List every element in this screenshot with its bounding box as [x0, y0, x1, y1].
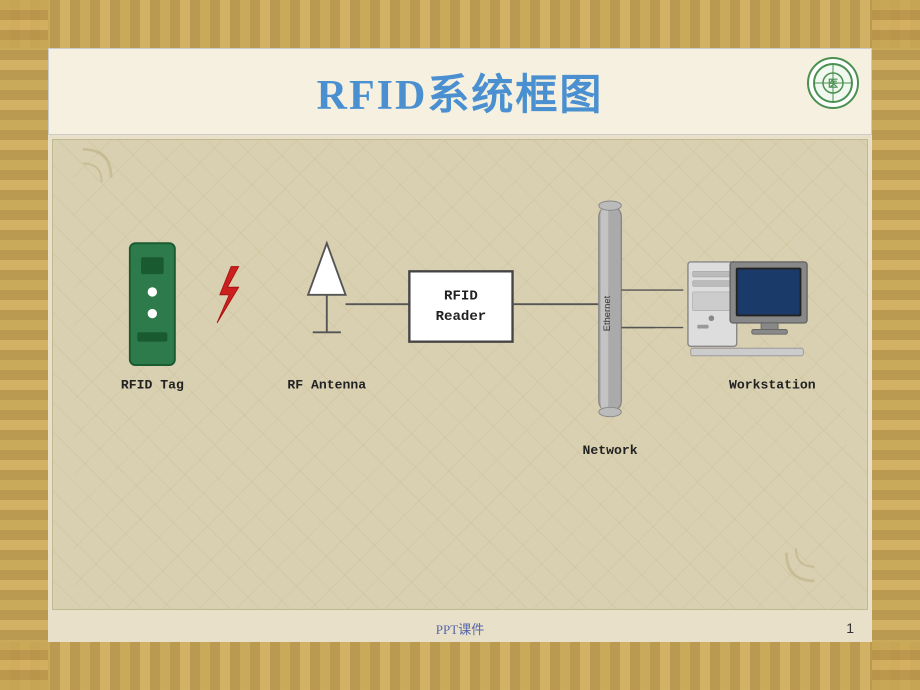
diagram-area: RFID Tag RF Antenna RFID Reader [52, 139, 868, 610]
page-number: 1 [846, 620, 854, 636]
border-top [0, 0, 920, 48]
logo-circle: 医 [807, 57, 859, 109]
svg-text:Network: Network [583, 443, 638, 458]
logo-container: 医 [807, 57, 859, 109]
title-area: RFID系统框图 医 [48, 48, 872, 135]
border-right [872, 0, 920, 690]
svg-text:RF Antenna: RF Antenna [287, 378, 366, 393]
svg-text:Workstation: Workstation [729, 378, 816, 393]
svg-text:Reader: Reader [436, 309, 487, 325]
slide-content: RFID系统框图 医 [48, 48, 872, 642]
svg-text:Ethernet: Ethernet [602, 295, 612, 331]
border-bottom [0, 642, 920, 690]
diagram-svg: RFID Tag RF Antenna RFID Reader [53, 140, 867, 609]
svg-text:RFID Tag: RFID Tag [121, 378, 184, 393]
svg-text:RFID: RFID [444, 288, 478, 304]
footer-text: PPT课件 [436, 619, 484, 638]
border-left [0, 0, 48, 690]
school-logo-icon: 医 [812, 62, 854, 104]
svg-text:医: 医 [828, 78, 838, 90]
page-title: RFID系统框图 [69, 61, 851, 122]
